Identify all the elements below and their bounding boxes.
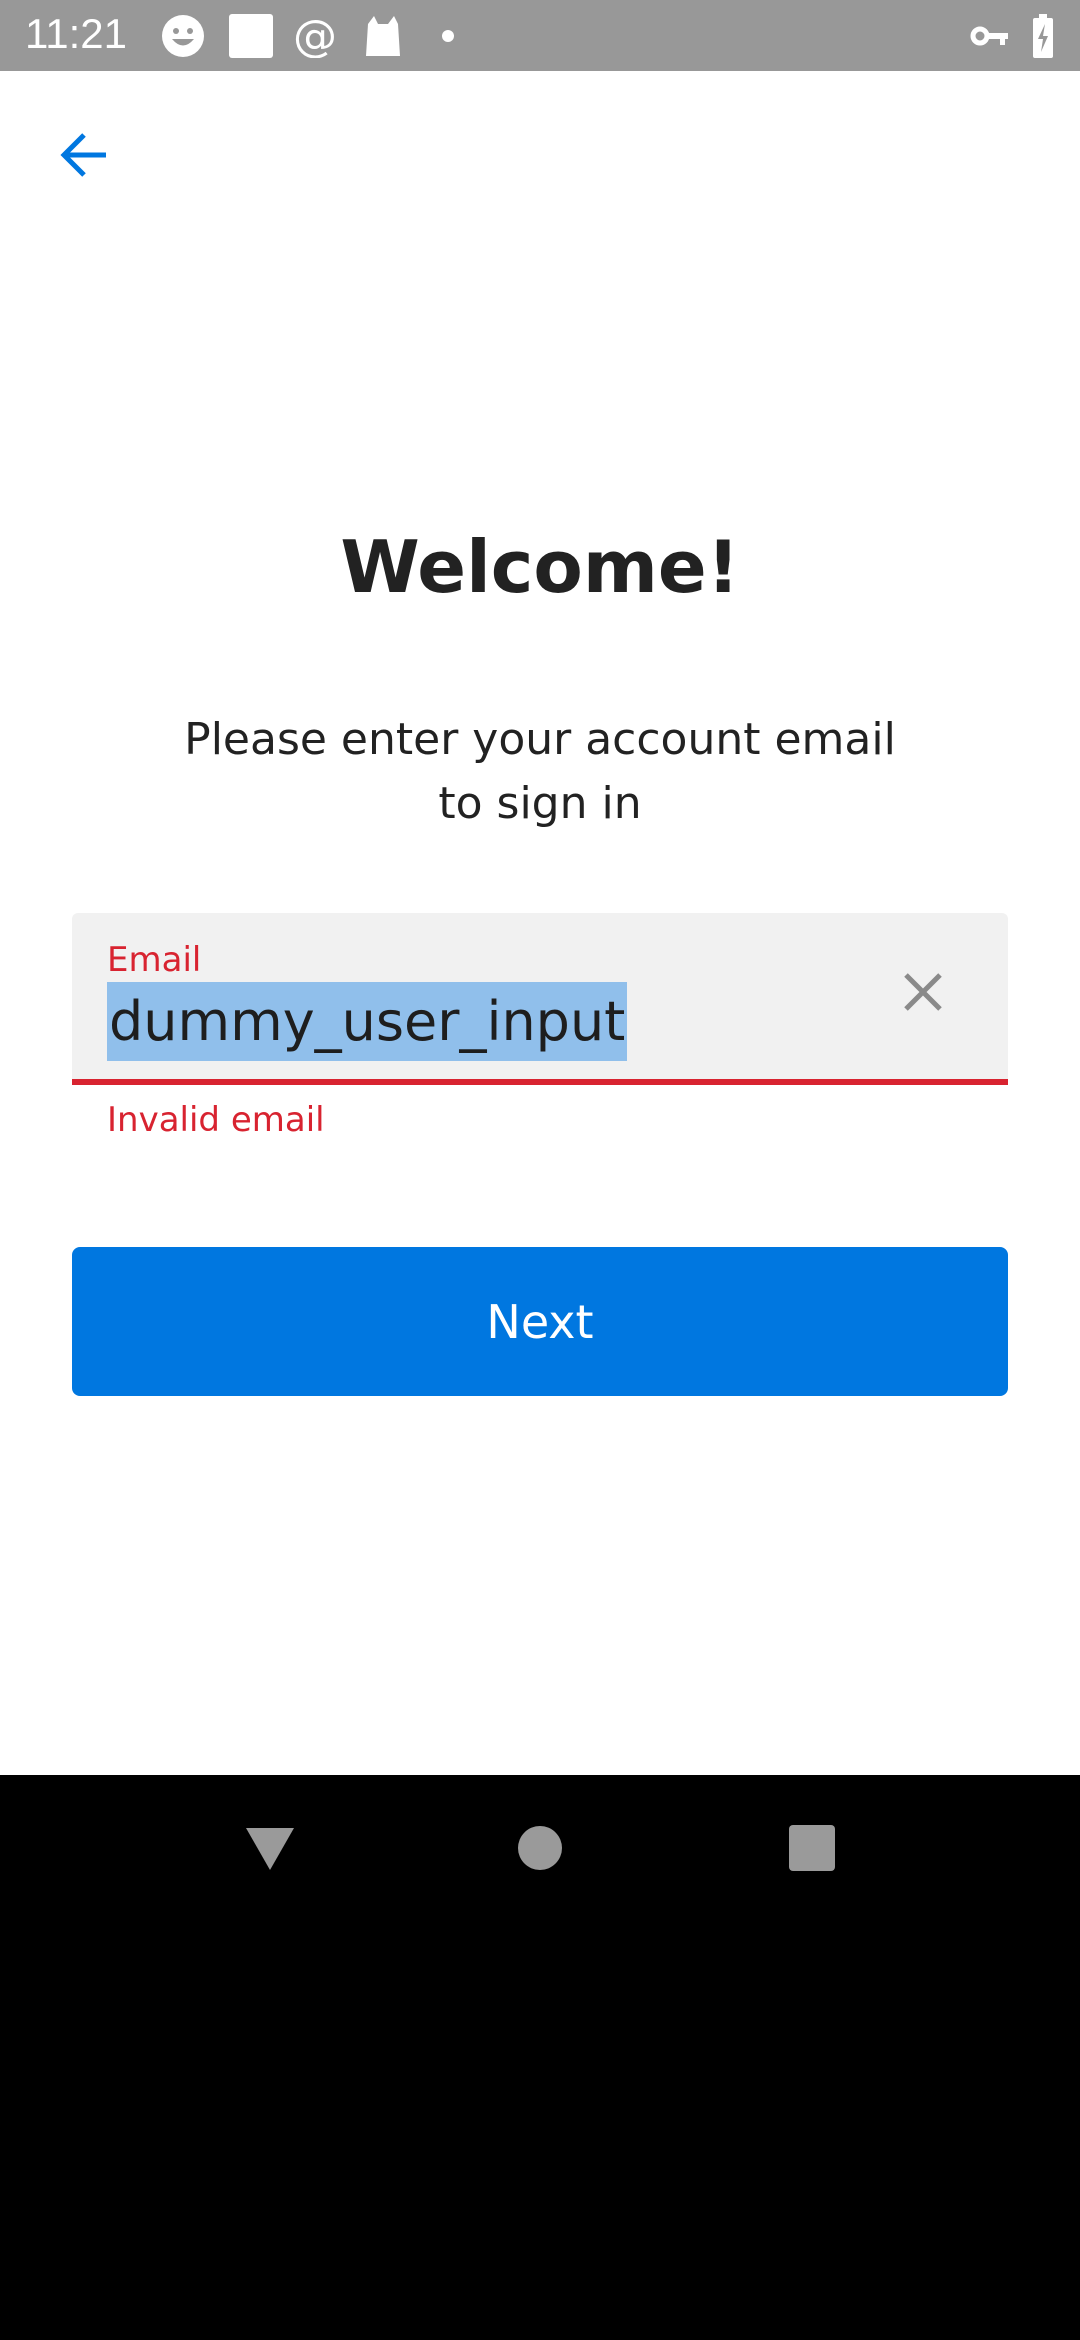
email-field-label: Email bbox=[107, 940, 202, 980]
at-icon: @ bbox=[293, 14, 337, 58]
recents-nav-icon[interactable] bbox=[786, 1822, 838, 1874]
smiley-icon bbox=[162, 15, 204, 57]
dot-icon bbox=[442, 30, 454, 42]
page-subtitle: Please enter your account email to sign … bbox=[0, 708, 1080, 836]
status-time: 11:21 bbox=[25, 10, 127, 57]
home-nav-icon[interactable] bbox=[514, 1822, 566, 1874]
battery-charging-icon bbox=[1033, 14, 1053, 58]
email-input[interactable]: dummy_user_input bbox=[107, 982, 628, 1061]
email-field[interactable]: Email dummy_user_input bbox=[72, 913, 1008, 1085]
clear-icon[interactable] bbox=[898, 967, 948, 1017]
email-error-text: Invalid email bbox=[107, 1100, 325, 1140]
square-icon bbox=[229, 14, 273, 58]
subtitle-line: to sign in bbox=[438, 778, 642, 829]
svg-text:@: @ bbox=[293, 14, 337, 58]
back-button[interactable] bbox=[54, 125, 114, 185]
page-title: Welcome! bbox=[340, 525, 740, 609]
subtitle-line: Please enter your account email bbox=[184, 714, 896, 765]
cat-icon bbox=[366, 16, 400, 56]
status-bar: 11:21 @ bbox=[0, 0, 1080, 71]
back-nav-icon[interactable] bbox=[244, 1822, 296, 1874]
next-button[interactable]: Next bbox=[72, 1247, 1008, 1396]
vpn-key-icon bbox=[970, 26, 1008, 46]
